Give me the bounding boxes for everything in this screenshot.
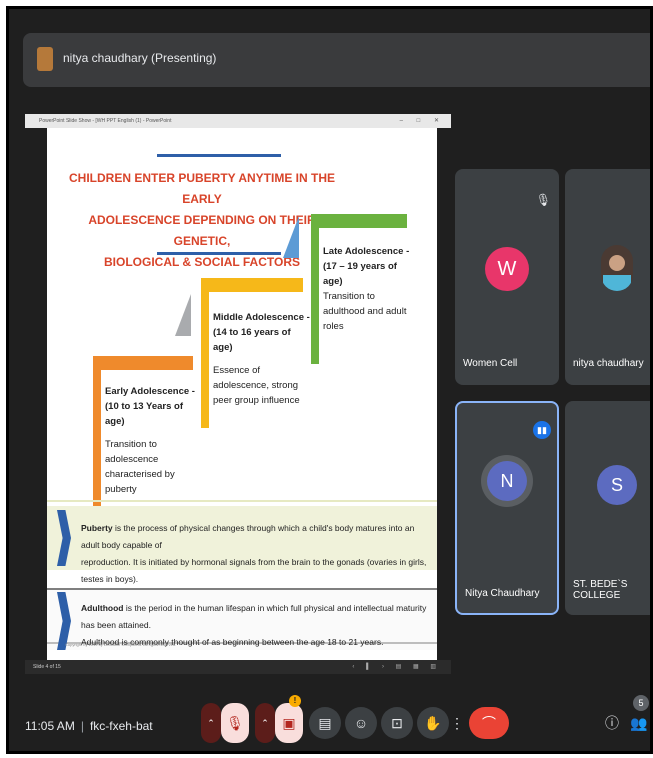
presentation-slide: CHILDREN ENTER PUBERTY ANYTIME IN THE EA… <box>47 128 437 660</box>
avatar: S <box>597 465 637 505</box>
people-button[interactable]: 👥 <box>625 707 650 739</box>
middle-step-post <box>201 278 209 428</box>
warning-icon: ! <box>289 695 301 707</box>
present-button[interactable]: ⊡ <box>381 707 413 739</box>
mic-off-icon: 🎙︎ <box>648 425 650 439</box>
middle-step-arrow <box>283 216 299 258</box>
hand-icon: ✋ <box>424 715 442 731</box>
speaking-icon: ▮▮ <box>533 421 551 439</box>
meeting-details-button[interactable]: ⓘ <box>599 707 625 739</box>
middle-step-title: Middle Adolescence - (14 to 16 years of … <box>213 312 310 353</box>
early-step-bar <box>93 356 193 370</box>
info-icon: ⓘ <box>605 715 619 731</box>
adulthood-line-1: is the period in the human lifespan in w… <box>81 603 427 630</box>
camera-options-button[interactable]: ⌃ <box>255 703 275 743</box>
meeting-controls: 11:05 AM | fkc-fxeh-bat ⌃ 🎙︎ ⌃ ▣ ! ▤ ☺ ⊡ ✋… <box>9 689 650 751</box>
more-options-button[interactable]: ⋮ <box>449 707 465 739</box>
participant-name: nitya chaudhary <box>573 358 644 369</box>
puberty-term: Puberty <box>81 523 113 533</box>
mic-off-icon: 🎙︎ <box>226 715 244 731</box>
late-step-desc: Transition to adulthood and adult roles <box>323 291 407 332</box>
participant-name: ST. BEDE`S COLLEGE <box>573 579 628 601</box>
meeting-time: 11:05 AM <box>25 719 75 733</box>
middle-step-bar <box>201 278 303 292</box>
middle-step-desc: Essence of adolescence, strong peer grou… <box>213 365 300 406</box>
adulthood-band-top-line <box>47 588 437 590</box>
captions-button[interactable]: ▤ <box>309 707 341 739</box>
captions-icon: ▤ <box>318 715 332 731</box>
meeting-code: fkc-fxeh-bat <box>89 719 153 733</box>
hang-up-icon: ⌒ <box>482 715 496 731</box>
ppt-status-bar: Slide 4 of 15 ‹ ▌ › ▤ ▦ ▥ <box>25 660 451 674</box>
slide-counter: Slide 4 of 15 <box>33 664 61 670</box>
raise-hand-button[interactable]: ✋ <box>417 707 449 739</box>
mic-toggle-button[interactable]: 🎙︎ <box>221 703 249 743</box>
mic-off-icon: 🎙︎ <box>648 193 650 207</box>
present-icon: ⊡ <box>391 715 403 731</box>
puberty-definition: Puberty is the process of physical chang… <box>81 520 431 588</box>
presenter-avatar <box>37 47 53 71</box>
camera-toggle-button[interactable]: ▣ <box>275 703 303 743</box>
late-step-text: Late Adolescence - (17 – 19 years of age… <box>323 244 417 334</box>
participant-tile-women-cell[interactable]: 🎙︎ W Women Cell <box>455 169 559 385</box>
camera-off-icon: ▣ <box>282 715 296 731</box>
participant-tile-nitya[interactable]: 🎙︎ nitya chaudhary <box>565 169 650 385</box>
early-step-title: Early Adolescence - (10 to 13 Years of a… <box>105 386 195 427</box>
meeting-info: 11:05 AM | fkc-fxeh-bat <box>25 719 153 733</box>
emoji-icon: ☺ <box>353 715 369 731</box>
more-vert-icon: ⋮ <box>450 715 464 731</box>
participant-tile-st-bedes[interactable]: 🎙︎ S ST. BEDE`S COLLEGE <box>565 401 650 615</box>
puberty-line-2: reproduction. It is initiated by hormona… <box>81 557 427 584</box>
participant-name: Women Cell <box>463 358 518 369</box>
avatar <box>601 245 633 291</box>
puberty-line-1: is the process of physical changes throu… <box>81 523 415 550</box>
late-step-title: Late Adolescence - (17 – 19 years of age… <box>323 246 410 287</box>
late-step-post <box>311 214 319 364</box>
separator: | <box>80 719 84 733</box>
meet-window: nitya chaudhary (Presenting) PowerPoint … <box>6 6 653 754</box>
heading-rule-top <box>157 154 281 157</box>
middle-step-text: Middle Adolescence - (14 to 16 years of … <box>213 310 311 408</box>
ppt-window-title: PowerPoint Slide Show - [WH PPT English … <box>39 118 172 124</box>
avatar: W <box>485 247 529 291</box>
presenter-bar: nitya chaudhary (Presenting) <box>23 33 650 87</box>
puberty-band-top-line <box>47 500 437 502</box>
mic-options-button[interactable]: ⌃ <box>201 703 221 743</box>
slide-copyright: Copyright by 2019 by Leostone Computers.… <box>65 642 177 647</box>
slide-nav-controls[interactable]: ‹ ▌ › ▤ ▦ ▥ <box>352 663 441 670</box>
participant-name: Nitya Chaudhary <box>465 588 540 599</box>
slide-margin-left <box>25 128 47 660</box>
leave-call-button[interactable]: ⌒ <box>469 707 509 739</box>
reactions-button[interactable]: ☺ <box>345 707 377 739</box>
heading-rule-bottom <box>157 252 281 255</box>
adulthood-term: Adulthood <box>81 603 124 613</box>
shared-screen[interactable]: PowerPoint Slide Show - [WH PPT English … <box>25 114 451 674</box>
ppt-window-controls[interactable]: – □ ✕ <box>400 117 445 124</box>
participant-tile-active-speaker[interactable]: ▮▮ N Nitya Chaudhary <box>455 401 559 615</box>
slide-margin-right <box>437 128 451 660</box>
early-step-desc: Transition to adolescence characterised … <box>105 439 175 495</box>
presenter-name: nitya chaudhary (Presenting) <box>63 51 217 65</box>
people-icon: 👥 <box>630 715 648 731</box>
avatar: N <box>487 461 527 501</box>
mic-off-icon: 🎙︎ <box>535 193 551 207</box>
early-step-post <box>93 356 101 506</box>
early-step-arrow <box>175 294 191 336</box>
slide-heading-line-1: CHILDREN ENTER PUBERTY ANYTIME IN THE EA… <box>68 171 335 206</box>
late-step-bar <box>311 214 407 228</box>
ppt-title-bar: PowerPoint Slide Show - [WH PPT English … <box>25 114 451 128</box>
early-step-text: Early Adolescence - (10 to 13 Years of a… <box>105 384 205 497</box>
